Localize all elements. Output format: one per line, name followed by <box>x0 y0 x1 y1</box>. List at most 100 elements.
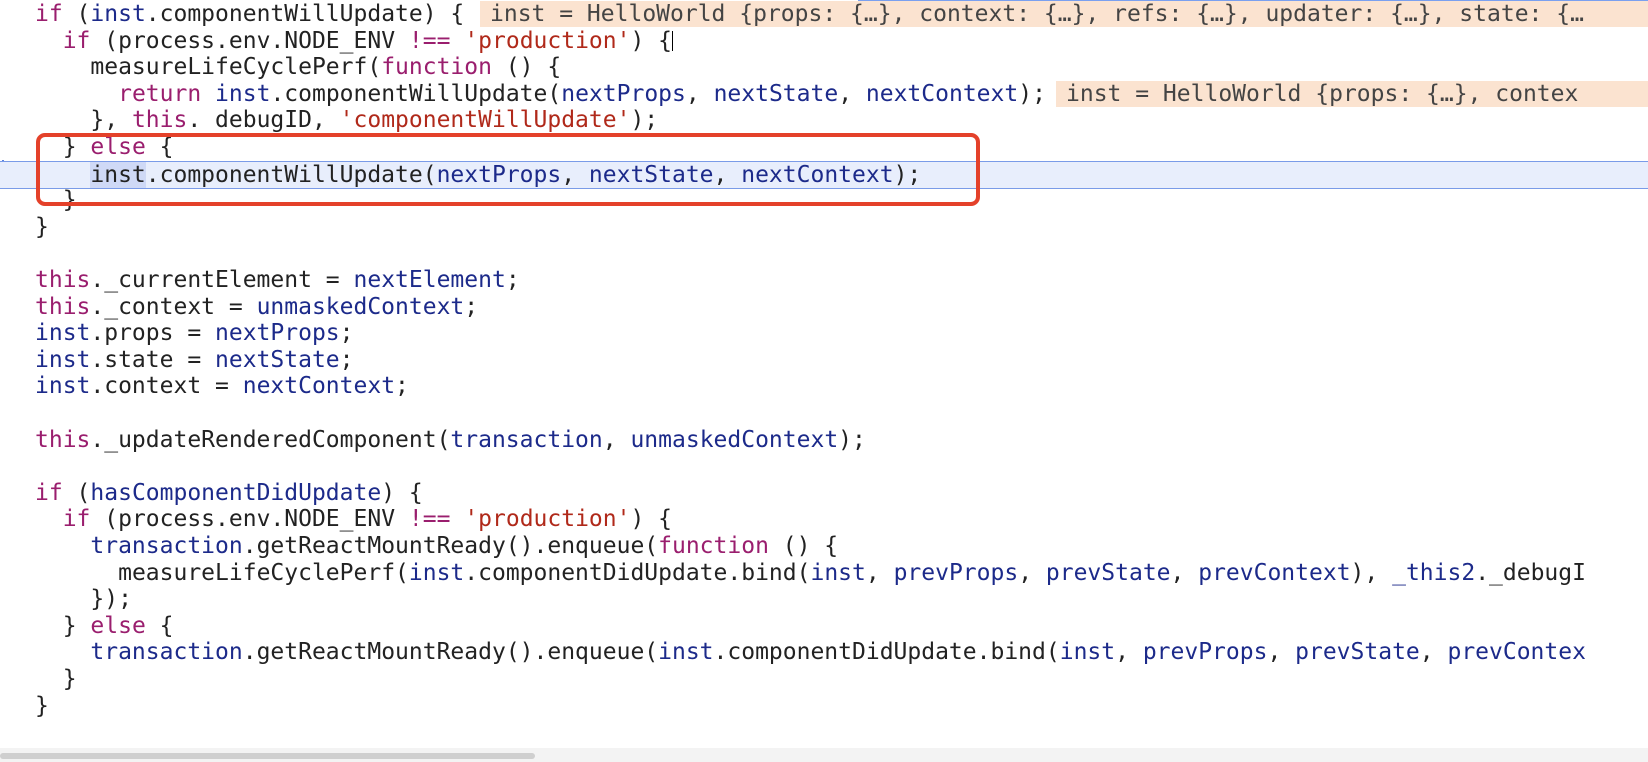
code-text: } else { <box>35 134 174 161</box>
code-token: (process.env.NODE_ENV <box>90 27 409 54</box>
code-token: () { <box>491 54 562 81</box>
code-line[interactable] <box>0 453 1648 480</box>
code-line[interactable]: } <box>0 693 1648 720</box>
code-text: return inst.componentWillUpdate(nextProp… <box>35 81 1046 108</box>
code-line[interactable]: this._context = unmaskedContext; <box>0 294 1648 321</box>
code-token: } <box>35 692 49 719</box>
code-line[interactable]: } else { <box>0 613 1648 640</box>
code-token: nextProps <box>436 161 562 188</box>
code-line[interactable]: this._currentElement = nextElement; <box>0 267 1648 294</box>
code-token: inst <box>810 559 866 586</box>
code-token: ; <box>339 346 354 373</box>
code-line[interactable]: } <box>0 187 1648 214</box>
code-token: .componentDidUpdate.bind( <box>464 559 811 586</box>
code-token: ), <box>1350 559 1393 586</box>
horizontal-scrollbar-thumb[interactable] <box>0 753 535 759</box>
code-line[interactable] <box>0 240 1648 267</box>
code-token: ; <box>339 320 354 347</box>
code-line[interactable]: inst.state = nextState; <box>0 347 1648 374</box>
horizontal-scrollbar[interactable] <box>0 748 1648 762</box>
code-token: prevContex <box>1447 639 1586 666</box>
code-line[interactable]: transaction.getReactMountReady().enqueue… <box>0 639 1648 666</box>
code-token: !== <box>408 27 451 54</box>
code-token: if <box>62 506 91 533</box>
code-line[interactable]: } <box>0 214 1648 241</box>
code-text: if (process.env.NODE_ENV !== 'production… <box>35 506 672 533</box>
code-line[interactable]: }, this. debugID, 'componentWillUpdate')… <box>0 107 1648 134</box>
code-token: nextState <box>215 346 340 373</box>
code-token: , <box>1170 559 1199 586</box>
code-token: , <box>561 161 589 188</box>
code-token: transaction <box>90 639 243 666</box>
code-line[interactable]: }); <box>0 586 1648 613</box>
code-text: } <box>35 187 77 214</box>
code-text: this._context = unmaskedContext; <box>35 294 478 321</box>
code-token: 'componentWillUpdate' <box>339 107 631 134</box>
code-token: prevProps <box>893 559 1019 586</box>
code-text: inst.context = nextContext; <box>35 373 409 400</box>
code-token: ; <box>505 267 520 293</box>
code-token: ); <box>1018 80 1046 107</box>
code-token: transaction <box>450 426 603 453</box>
code-token: nextContext <box>242 373 396 400</box>
code-token: , <box>1419 639 1448 666</box>
code-token: ( <box>62 479 91 506</box>
code-token: ._debugI <box>1475 559 1586 586</box>
code-line[interactable]: measureLifeCyclePerf(function () { <box>0 54 1648 81</box>
code-line[interactable]: this._updateRenderedComponent(transactio… <box>0 427 1648 454</box>
code-token: prevContext <box>1198 559 1351 586</box>
code-line[interactable]: inst.context = nextContext; <box>0 373 1648 400</box>
code-token: ; <box>464 293 479 320</box>
code-token: _this2 <box>1392 559 1476 586</box>
code-line[interactable]: } <box>0 666 1648 693</box>
code-line[interactable]: inst.componentWillUpdate(nextProps, next… <box>0 160 1648 189</box>
code-token: ) { <box>381 479 423 506</box>
code-editor[interactable]: if (inst.componentWillUpdate) { inst = He… <box>0 0 1648 762</box>
inline-value-hint: inst = HelloWorld {props: {…}, context: … <box>480 1 1648 27</box>
code-token: } <box>62 187 77 214</box>
code-token: , <box>602 426 631 453</box>
code-token: unmaskedContext <box>630 426 839 453</box>
code-token: return <box>118 80 202 107</box>
code-token: ); <box>893 161 922 188</box>
code-line[interactable]: transaction.getReactMountReady().enqueue… <box>0 533 1648 560</box>
code-token: nextState <box>588 161 714 188</box>
code-token: nextContext <box>741 161 894 188</box>
code-text: } <box>35 693 49 720</box>
code-text: this._updateRenderedComponent(transactio… <box>35 427 866 454</box>
code-token: this <box>35 267 91 293</box>
code-token: (process.env.NODE_ENV <box>90 506 409 533</box>
inline-value-hint: inst = HelloWorld {props: {…}, contex <box>1056 80 1648 107</box>
code-token: if <box>35 1 63 27</box>
code-text: } <box>35 214 49 241</box>
code-line[interactable]: return inst.componentWillUpdate(nextProp… <box>0 80 1648 108</box>
code-token: this <box>35 426 91 453</box>
code-line[interactable]: } else { <box>0 134 1648 161</box>
code-line[interactable] <box>0 400 1648 427</box>
code-line[interactable]: if (inst.componentWillUpdate) { inst = He… <box>0 1 1648 28</box>
code-text: transaction.getReactMountReady().enqueue… <box>35 639 1586 666</box>
code-token: , <box>838 80 866 107</box>
code-text: } <box>35 666 77 693</box>
code-token: { <box>145 134 174 160</box>
code-text: }, this. debugID, 'componentWillUpdate')… <box>35 107 658 134</box>
code-token: nextProps <box>215 320 340 347</box>
code-text: measureLifeCyclePerf(function () { <box>35 54 561 81</box>
code-line[interactable]: if (hasComponentDidUpdate) { <box>0 480 1648 507</box>
code-token: . debugID, <box>187 107 340 134</box>
code-text: }); <box>35 586 132 613</box>
code-token: () { <box>768 533 839 559</box>
code-line[interactable]: if (process.env.NODE_ENV !== 'production… <box>0 28 1648 55</box>
code-line[interactable]: inst.props = nextProps; <box>0 320 1648 347</box>
code-text: if (inst.componentWillUpdate) { <box>35 1 464 28</box>
code-token: .getReactMountReady().enqueue( <box>242 639 659 666</box>
code-text: measureLifeCyclePerf(inst.componentDidUp… <box>35 560 1586 587</box>
code-text: transaction.getReactMountReady().enqueue… <box>35 533 838 560</box>
code-token: else <box>90 612 146 639</box>
code-line[interactable]: measureLifeCyclePerf(inst.componentDidUp… <box>0 560 1648 587</box>
code-token: ( <box>62 1 91 27</box>
code-line[interactable]: if (process.env.NODE_ENV !== 'production… <box>0 506 1648 533</box>
code-token: inst <box>35 346 91 373</box>
